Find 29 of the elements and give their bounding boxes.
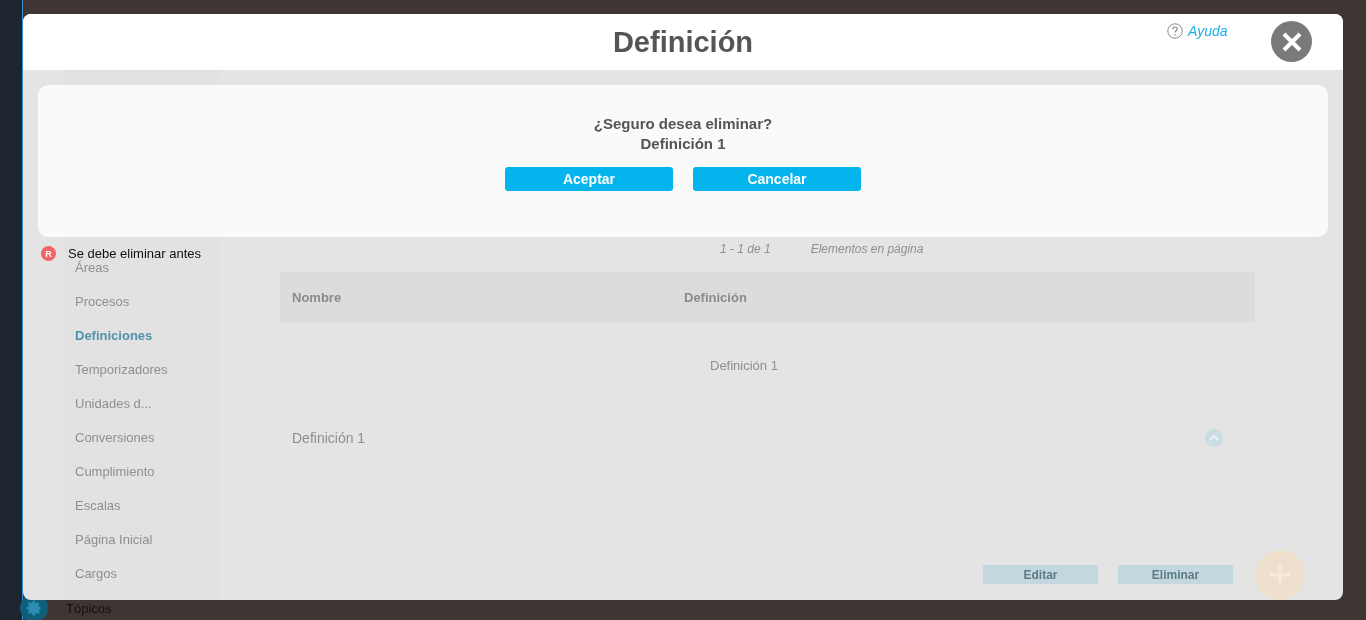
close-button[interactable]: [1271, 21, 1312, 62]
help-link[interactable]: Ayuda: [1167, 23, 1228, 39]
column-header: Nombre: [292, 289, 343, 305]
sidebar-item[interactable]: Procesos: [65, 292, 220, 311]
sidebar-item[interactable]: Página Inicial: [65, 530, 220, 549]
sidebar-item[interactable]: Definiciones: [65, 326, 220, 345]
confirm-question: ¿Seguro desea eliminar?: [593, 115, 773, 132]
confirm-button[interactable]: Cancelar: [693, 167, 861, 191]
pager-text: 1 - 1 de 1: [720, 242, 771, 256]
page-size-field[interactable]: Elementos en página: [810, 242, 924, 256]
confirm-button[interactable]: Aceptar: [505, 167, 673, 191]
item-name: Definición 1: [640, 135, 726, 152]
action-button[interactable]: Editar: [983, 565, 1098, 584]
note-text: Se debe eliminar antes: [68, 246, 201, 261]
dialog-title: Definición: [612, 25, 754, 59]
sidebar-item[interactable]: Unidades d...: [65, 394, 220, 413]
sidebar-item[interactable]: Cargos: [65, 564, 220, 583]
table-cell-text: Definición 1: [709, 358, 779, 373]
sidebar-item[interactable]: Áreas: [65, 258, 220, 277]
help-icon: [1167, 23, 1183, 39]
sidebar-item[interactable]: Escalas: [65, 496, 220, 515]
close-icon: [1280, 30, 1303, 53]
action-button[interactable]: Eliminar: [1118, 565, 1233, 584]
sidebar-item[interactable]: Conversiones: [65, 428, 220, 447]
sidebar-item[interactable]: Temporizadores: [65, 360, 220, 379]
status-badge: R: [41, 246, 56, 261]
item-title: Definición 1: [292, 430, 366, 446]
column-header: Definición: [684, 289, 748, 305]
sidebar-item[interactable]: Cumplimiento: [65, 462, 220, 481]
